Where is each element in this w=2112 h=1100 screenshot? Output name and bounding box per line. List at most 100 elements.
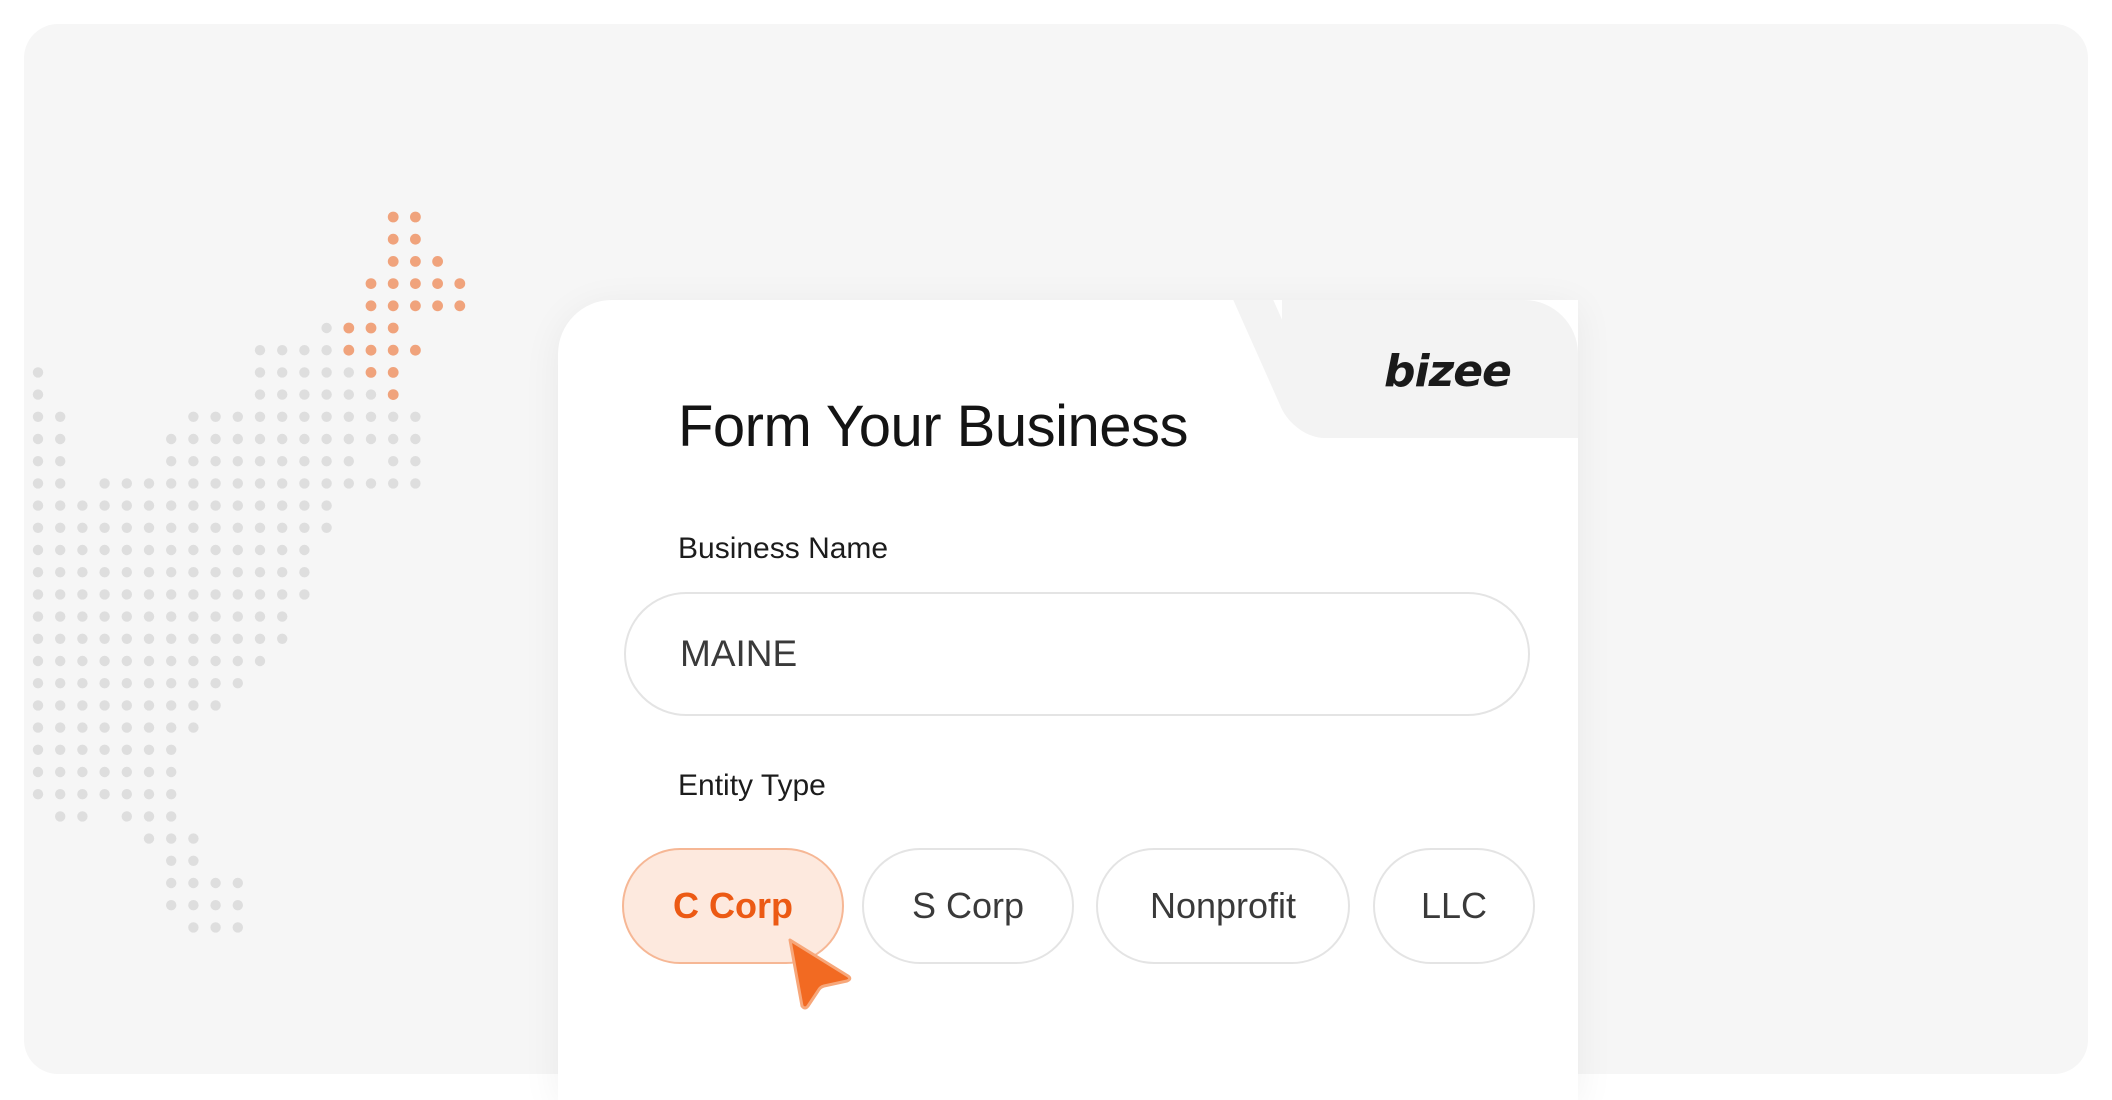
map-dot [77, 589, 88, 600]
map-dot [277, 500, 288, 511]
map-dot [188, 722, 199, 733]
map-dot [254, 367, 266, 378]
map-dot [210, 433, 221, 445]
entity-type-s-corp[interactable]: S Corp [862, 848, 1074, 964]
map-dot [210, 411, 221, 422]
map-dot [143, 611, 155, 622]
map-dot [343, 456, 354, 467]
entity-type-llc[interactable]: LLC [1373, 848, 1535, 964]
map-dot-highlight [365, 322, 377, 334]
map-dot [166, 789, 177, 800]
map-dot [121, 700, 132, 711]
map-dot [188, 478, 199, 489]
map-dot [321, 478, 332, 489]
map-dot [277, 522, 288, 533]
map-dot [321, 500, 332, 511]
map-dot [254, 522, 266, 533]
map-dot-highlight [365, 278, 377, 289]
map-dot [143, 789, 155, 800]
map-dot [166, 478, 177, 489]
map-dot [55, 722, 66, 733]
map-dot [77, 789, 88, 800]
map-dot [188, 500, 199, 511]
map-dot [121, 589, 132, 600]
entity-type-nonprofit[interactable]: Nonprofit [1096, 848, 1350, 964]
map-dot [299, 433, 310, 445]
map-dot [55, 811, 66, 822]
map-dot-highlight [432, 256, 443, 267]
map-dot [143, 700, 155, 711]
map-dot [99, 722, 110, 733]
map-dot [166, 833, 177, 844]
map-dot [32, 589, 44, 600]
map-dot [121, 522, 132, 533]
map-dot [143, 567, 155, 578]
business-name-label: Business Name [678, 532, 889, 565]
map-dot [32, 367, 44, 378]
map-dot [210, 567, 221, 578]
map-dot [210, 589, 221, 600]
map-dot [188, 611, 199, 622]
map-dot-highlight [410, 233, 421, 245]
map-dot [166, 633, 177, 644]
map-dot [254, 500, 266, 511]
map-dot [277, 389, 288, 400]
map-dot [77, 611, 88, 622]
map-dot [55, 522, 66, 533]
map-dot [232, 500, 243, 511]
map-dot-highlight [454, 300, 466, 312]
map-dot [77, 744, 88, 755]
map-dot [254, 633, 266, 644]
map-dot [166, 855, 177, 866]
map-dot [188, 589, 199, 600]
business-name-input[interactable]: MAINE [624, 592, 1530, 716]
map-dot-highlight [410, 300, 421, 312]
map-dot [32, 678, 44, 689]
map-dot [32, 611, 44, 622]
map-dot-highlight [387, 278, 399, 289]
map-dot-highlight [432, 300, 443, 312]
map-dot [166, 877, 177, 889]
map-dot [321, 345, 332, 356]
map-dot [410, 411, 421, 422]
map-dot [388, 478, 399, 489]
map-dot [299, 478, 310, 489]
map-dot [55, 700, 66, 711]
map-dot [277, 411, 288, 422]
map-dot [299, 500, 310, 511]
map-dot [188, 655, 199, 667]
map-dot [388, 433, 399, 445]
map-dot [55, 655, 66, 667]
map-dot [55, 611, 66, 622]
map-dot [77, 544, 88, 556]
map-dot [121, 678, 132, 689]
map-dot [166, 678, 177, 689]
map-dot [210, 544, 221, 556]
map-dot [210, 633, 221, 644]
map-dot [210, 611, 221, 622]
map-dot [299, 456, 310, 467]
map-dot [188, 633, 199, 644]
map-dot [77, 700, 88, 711]
map-dot [166, 589, 177, 600]
map-dot [55, 500, 66, 511]
map-dot [277, 544, 288, 556]
map-dot [143, 833, 155, 844]
map-dot [143, 811, 155, 822]
map-dot [99, 678, 110, 689]
map-dot [232, 544, 243, 556]
map-dot [32, 411, 44, 422]
map-dot [299, 589, 310, 600]
map-dot-highlight [387, 233, 399, 245]
map-dot [166, 900, 177, 911]
map-dot [343, 433, 354, 445]
map-dot [55, 744, 66, 755]
map-dot [321, 389, 332, 400]
map-dot [166, 567, 177, 578]
map-dot [254, 433, 266, 445]
map-dot [77, 522, 88, 533]
map-dot [166, 655, 177, 667]
map-dot [55, 678, 66, 689]
map-dot-highlight [365, 367, 377, 378]
map-dot [166, 456, 177, 467]
